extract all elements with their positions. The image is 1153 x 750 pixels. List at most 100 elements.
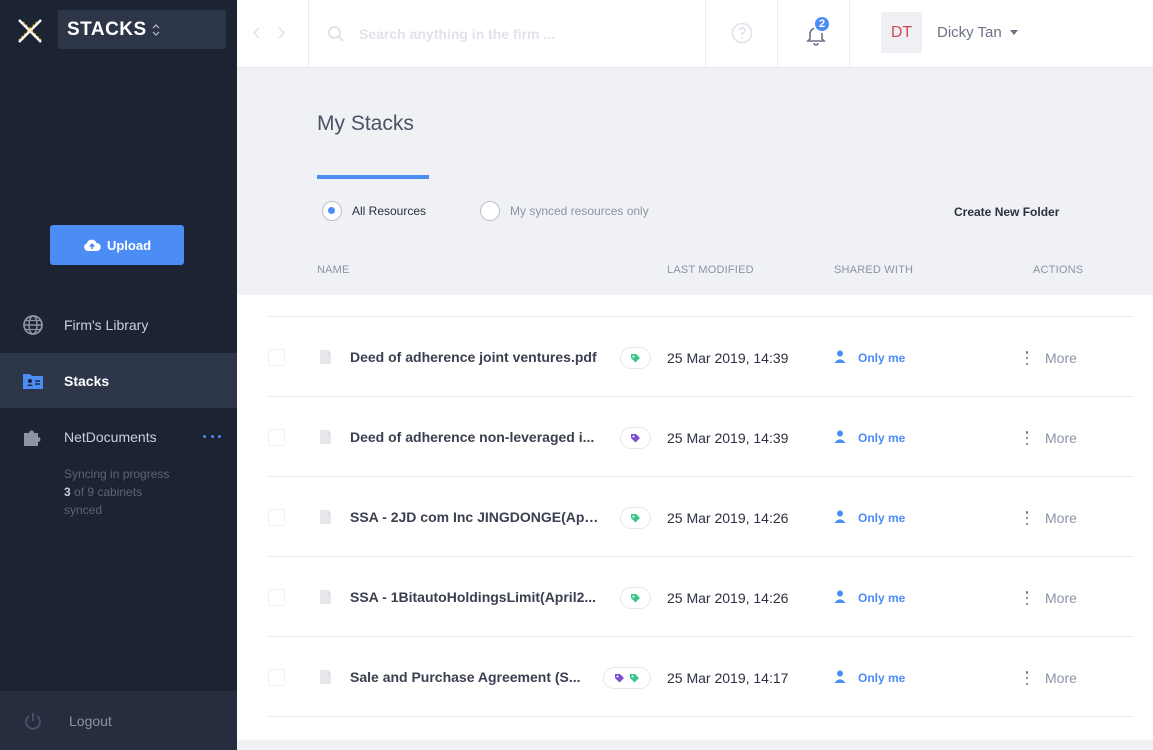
tag-purple-icon xyxy=(615,673,624,682)
tag-pill[interactable] xyxy=(620,347,651,369)
workspace-switcher[interactable]: STACKS xyxy=(58,10,226,49)
last-modified: 25 Mar 2019, 14:39 xyxy=(667,350,789,366)
document-icon xyxy=(320,590,331,604)
table-row[interactable]: SSA - 2JD com Inc JINGDONGE(Apri... 25 Ma… xyxy=(268,477,1133,557)
sidebar-item-stacks[interactable]: Stacks xyxy=(0,353,237,408)
column-header-last-modified[interactable]: LAST MODIFIED xyxy=(667,264,754,276)
avatar[interactable]: DT xyxy=(881,12,922,53)
table-row[interactable]: SSA - 1BitautoHoldingsLimit(April2... 25 … xyxy=(268,557,1133,637)
more-options-icon[interactable] xyxy=(203,429,221,443)
user-menu[interactable]: Dicky Tan xyxy=(937,24,1018,41)
more-button[interactable]: More xyxy=(1045,670,1077,686)
person-icon xyxy=(834,670,846,683)
globe-icon xyxy=(23,315,43,335)
divider xyxy=(308,0,309,68)
file-name[interactable]: Deed of adherence non-leveraged i... xyxy=(350,429,594,445)
chevron-right-icon[interactable] xyxy=(275,24,287,42)
shared-with[interactable]: Only me xyxy=(858,431,905,445)
tag-green-icon xyxy=(631,513,640,522)
tag-green-icon xyxy=(630,673,639,682)
divider xyxy=(705,0,706,68)
more-button[interactable]: More xyxy=(1045,510,1077,526)
shared-with[interactable]: Only me xyxy=(858,511,905,525)
search-input[interactable] xyxy=(359,26,659,42)
document-icon xyxy=(320,350,331,364)
sidebar-item-label: NetDocuments xyxy=(64,428,157,445)
tag-green-icon xyxy=(631,593,640,602)
tag-pill[interactable] xyxy=(603,667,651,689)
person-icon xyxy=(834,590,846,603)
tag-purple-icon xyxy=(631,433,640,442)
more-button[interactable]: More xyxy=(1045,430,1077,446)
workspace-name: STACKS xyxy=(67,18,147,40)
create-new-folder-button[interactable]: Create New Folder xyxy=(954,205,1059,219)
divider xyxy=(849,0,850,68)
shared-with[interactable]: Only me xyxy=(858,591,905,605)
upload-label: Upload xyxy=(106,237,152,253)
power-icon xyxy=(25,713,41,730)
cloud-upload-icon xyxy=(84,239,101,251)
row-checkbox[interactable] xyxy=(268,509,285,526)
folder-user-icon xyxy=(23,374,43,389)
sync-synced-count: 3 xyxy=(64,485,71,499)
last-modified: 25 Mar 2019, 14:26 xyxy=(667,510,789,526)
file-name[interactable]: SSA - 2JD com Inc JINGDONGE(Apri... xyxy=(350,509,602,525)
sync-progress-text: 3 of 9 cabinets xyxy=(64,483,169,501)
file-name[interactable]: Deed of adherence joint ventures.pdf xyxy=(350,349,597,365)
kebab-menu-icon[interactable] xyxy=(1025,351,1029,365)
user-name: Dicky Tan xyxy=(937,24,1002,41)
page-title: My Stacks xyxy=(317,112,414,135)
row-checkbox[interactable] xyxy=(268,669,285,686)
shared-with[interactable]: Only me xyxy=(858,351,905,365)
sort-chevrons-icon xyxy=(152,23,160,36)
column-header-name[interactable]: NAME xyxy=(317,264,350,276)
radio-empty-icon xyxy=(480,201,500,221)
row-checkbox[interactable] xyxy=(268,349,285,366)
chevron-left-icon[interactable] xyxy=(251,24,263,42)
tag-green-icon xyxy=(631,353,640,362)
logout-button[interactable]: Logout xyxy=(0,691,237,750)
document-icon xyxy=(320,430,331,444)
tag-pill[interactable] xyxy=(620,427,651,449)
filter-all-resources[interactable]: All Resources xyxy=(322,201,426,221)
kebab-menu-icon[interactable] xyxy=(1025,591,1029,605)
kebab-menu-icon[interactable] xyxy=(1025,511,1029,525)
top-bar: 2 DT Dicky Tan xyxy=(237,0,1153,68)
person-icon xyxy=(834,430,846,443)
tag-pill[interactable] xyxy=(620,587,651,609)
filter-label: All Resources xyxy=(352,204,427,218)
column-header-shared-with: SHARED WITH xyxy=(834,264,914,276)
kebab-menu-icon[interactable] xyxy=(1025,431,1029,445)
shared-with[interactable]: Only me xyxy=(858,671,905,685)
column-header-actions: ACTIONS xyxy=(1033,264,1084,276)
sync-total-text: of 9 cabinets xyxy=(70,485,143,499)
sidebar: STACKS Upload Firm's Library Stacks NetD… xyxy=(0,0,237,750)
more-button[interactable]: More xyxy=(1045,350,1077,366)
divider xyxy=(777,0,778,68)
filter-synced-only[interactable]: My synced resources only xyxy=(480,201,649,221)
sidebar-item-firms-library[interactable]: Firm's Library xyxy=(0,297,237,352)
file-name[interactable]: SSA - 1BitautoHoldingsLimit(April2... xyxy=(350,589,596,605)
caret-down-icon xyxy=(1009,30,1018,35)
more-button[interactable]: More xyxy=(1045,590,1077,606)
sync-synced-label: synced xyxy=(64,503,103,517)
title-underline xyxy=(317,175,429,179)
document-icon xyxy=(320,510,331,524)
row-checkbox[interactable] xyxy=(268,429,285,446)
table-row[interactable]: Sale and Purchase Agreement (S... 25 Mar … xyxy=(268,637,1133,717)
kebab-menu-icon[interactable] xyxy=(1025,671,1029,685)
sidebar-item-netdocuments[interactable]: NetDocuments xyxy=(0,409,237,464)
table-row[interactable]: Deed of adherence non-leveraged i... 25 M… xyxy=(268,397,1133,477)
table-row[interactable]: Deed of adherence joint ventures.pdf 25 M… xyxy=(268,317,1133,397)
stacks-logo-icon[interactable] xyxy=(16,17,44,45)
row-checkbox[interactable] xyxy=(268,589,285,606)
search-bar xyxy=(327,21,687,47)
help-icon[interactable] xyxy=(731,22,753,44)
last-modified: 25 Mar 2019, 14:26 xyxy=(667,590,789,606)
document-icon xyxy=(320,670,331,684)
sync-status-text: Syncing in progress xyxy=(64,467,170,481)
upload-button[interactable]: Upload xyxy=(50,225,184,265)
notification-badge: 2 xyxy=(813,15,831,33)
file-name[interactable]: Sale and Purchase Agreement (S... xyxy=(350,669,581,685)
tag-pill[interactable] xyxy=(620,507,651,529)
